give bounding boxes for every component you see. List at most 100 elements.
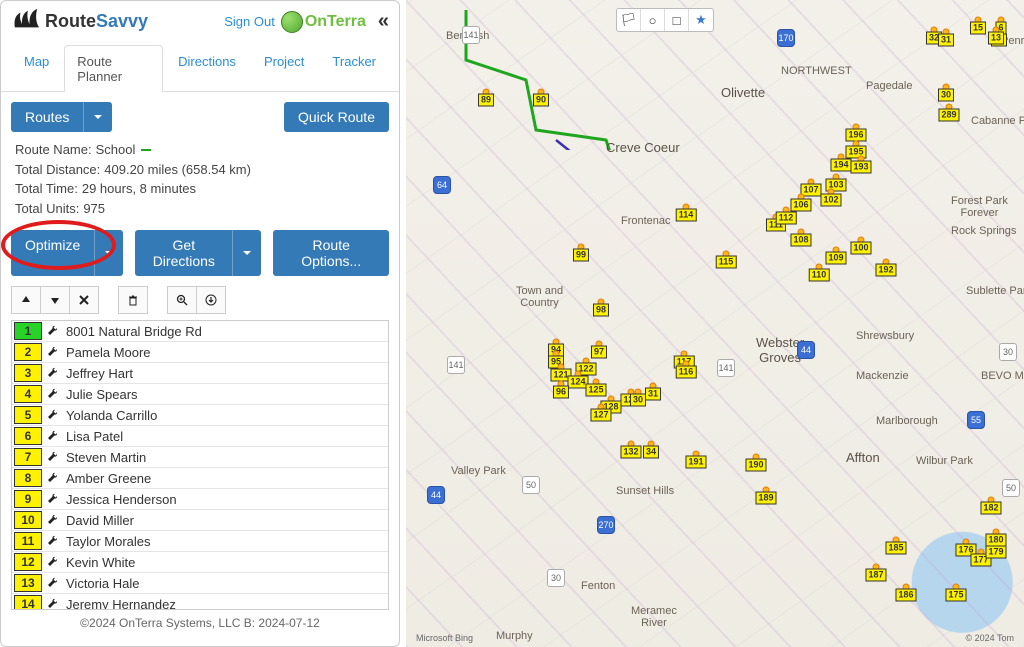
delete-button[interactable] bbox=[69, 286, 99, 314]
stop-list[interactable]: 18001 Natural Bridge Rd2Pamela Moore3Jef… bbox=[11, 320, 389, 610]
stop-row[interactable]: 3Jeffrey Hart bbox=[12, 363, 388, 384]
map-stop-label[interactable]: 185 bbox=[885, 542, 906, 555]
map-stop-label[interactable]: 102 bbox=[820, 194, 841, 207]
stop-number: 8 bbox=[14, 469, 42, 487]
map-stop-label[interactable]: 30 bbox=[630, 394, 646, 407]
sign-out-link[interactable]: Sign Out bbox=[224, 14, 275, 29]
map-city-label: Marlborough bbox=[876, 415, 938, 427]
map-stop-label[interactable]: 108 bbox=[790, 234, 811, 247]
map-stop-label[interactable]: 109 bbox=[825, 252, 846, 265]
map-stop-label[interactable]: 96 bbox=[553, 386, 569, 399]
route-options-button[interactable]: Route Options... bbox=[273, 230, 389, 276]
stop-row[interactable]: 12Kevin White bbox=[12, 552, 388, 573]
map-stop-label[interactable]: 30 bbox=[938, 89, 954, 102]
map-stop-label[interactable]: 187 bbox=[865, 569, 886, 582]
map-stop-label[interactable]: 132 bbox=[620, 446, 641, 459]
stop-row[interactable]: 18001 Natural Bridge Rd bbox=[12, 321, 388, 342]
wrench-icon[interactable] bbox=[44, 430, 60, 442]
wrench-icon[interactable] bbox=[44, 367, 60, 379]
map-city-label: Affton bbox=[846, 450, 880, 465]
map-stop-label[interactable]: 180 bbox=[985, 534, 1006, 547]
map-stop-label[interactable]: 90 bbox=[533, 94, 549, 107]
tab-directions[interactable]: Directions bbox=[165, 45, 249, 92]
map-stop-label[interactable]: 193 bbox=[850, 161, 871, 174]
collapse-sidebar-icon[interactable]: « bbox=[378, 10, 389, 33]
tab-project[interactable]: Project bbox=[251, 45, 317, 92]
tab-route-planner[interactable]: Route Planner bbox=[64, 45, 163, 92]
map-view[interactable]: 🏳 ○ □ ★ BenbushOlivetteCreve CoeurPageda… bbox=[406, 0, 1024, 647]
wrench-icon[interactable] bbox=[44, 472, 60, 484]
map-stop-label[interactable]: 15 bbox=[970, 22, 986, 35]
get-directions-button[interactable]: Get Directions bbox=[135, 230, 261, 276]
wrench-icon[interactable] bbox=[44, 556, 60, 568]
map-stop-label[interactable]: 186 bbox=[895, 589, 916, 602]
map-stop-label[interactable]: 127 bbox=[590, 409, 611, 422]
route-polylines bbox=[406, 0, 706, 150]
optimize-button[interactable]: Optimize bbox=[11, 230, 123, 276]
topbar: RouteSavvy Sign Out OnTerra « bbox=[1, 1, 399, 38]
stop-row[interactable]: 2Pamela Moore bbox=[12, 342, 388, 363]
onterra-logo: OnTerra bbox=[281, 11, 366, 33]
trash-button[interactable] bbox=[118, 286, 148, 314]
map-stop-label[interactable]: 289 bbox=[938, 109, 959, 122]
map-stop-label[interactable]: 98 bbox=[593, 304, 609, 317]
wrench-icon[interactable] bbox=[44, 409, 60, 421]
highway-shield: 141 bbox=[447, 356, 465, 374]
move-down-button[interactable] bbox=[40, 286, 70, 314]
stop-row[interactable]: 10David Miller bbox=[12, 510, 388, 531]
map-stop-label[interactable]: 112 bbox=[776, 212, 797, 225]
wrench-icon[interactable] bbox=[44, 577, 60, 589]
map-stop-label[interactable]: 31 bbox=[645, 388, 661, 401]
map-stop-label[interactable]: 194 bbox=[830, 159, 851, 172]
wrench-icon[interactable] bbox=[44, 493, 60, 505]
download-button[interactable] bbox=[196, 286, 226, 314]
wrench-icon[interactable] bbox=[44, 388, 60, 400]
map-stop-label[interactable]: 106 bbox=[790, 199, 811, 212]
map-stop-label[interactable]: 190 bbox=[745, 459, 766, 472]
map-stop-label[interactable]: 175 bbox=[945, 589, 966, 602]
map-stop-label[interactable]: 182 bbox=[980, 502, 1001, 515]
map-stop-label[interactable]: 99 bbox=[573, 249, 589, 262]
stop-row[interactable]: 14Jeremy Hernandez bbox=[12, 594, 388, 610]
tab-tracker[interactable]: Tracker bbox=[319, 45, 389, 92]
map-stop-label[interactable]: 114 bbox=[676, 209, 697, 222]
wrench-icon[interactable] bbox=[44, 535, 60, 547]
stop-row[interactable]: 5Yolanda Carrillo bbox=[12, 405, 388, 426]
wrench-icon[interactable] bbox=[44, 346, 60, 358]
stop-row[interactable]: 7Steven Martin bbox=[12, 447, 388, 468]
map-stop-label[interactable]: 97 bbox=[591, 346, 607, 359]
map-stop-label[interactable]: 189 bbox=[755, 492, 776, 505]
stop-row[interactable]: 11Taylor Morales bbox=[12, 531, 388, 552]
map-city-label: Frontenac bbox=[621, 215, 671, 227]
wrench-icon[interactable] bbox=[44, 514, 60, 526]
map-stop-label[interactable]: 100 bbox=[850, 242, 871, 255]
stop-row[interactable]: 4Julie Spears bbox=[12, 384, 388, 405]
map-stop-label[interactable]: 110 bbox=[809, 269, 830, 282]
map-stop-label[interactable]: 116 bbox=[676, 366, 697, 379]
map-stop-label[interactable]: 34 bbox=[643, 446, 659, 459]
zoom-button[interactable] bbox=[167, 286, 197, 314]
map-stop-label[interactable]: 89 bbox=[478, 94, 494, 107]
map-stop-label[interactable]: 191 bbox=[685, 456, 706, 469]
stop-number: 4 bbox=[14, 385, 42, 403]
quick-route-button[interactable]: Quick Route bbox=[284, 102, 389, 132]
tab-map[interactable]: Map bbox=[11, 45, 62, 92]
stop-row[interactable]: 9Jessica Henderson bbox=[12, 489, 388, 510]
map-stop-label[interactable]: 125 bbox=[585, 384, 606, 397]
map-stop-label[interactable]: 31 bbox=[938, 34, 954, 47]
stop-row[interactable]: 8Amber Greene bbox=[12, 468, 388, 489]
routes-dropdown-button[interactable]: Routes bbox=[11, 102, 112, 132]
map-stop-label[interactable]: 13 bbox=[988, 32, 1004, 45]
move-up-button[interactable] bbox=[11, 286, 41, 314]
stop-name: David Miller bbox=[60, 512, 388, 529]
stop-row[interactable]: 13Victoria Hale bbox=[12, 573, 388, 594]
map-stop-label[interactable]: 192 bbox=[875, 264, 896, 277]
wrench-icon[interactable] bbox=[44, 325, 60, 337]
wrench-icon[interactable] bbox=[44, 451, 60, 463]
map-stop-label[interactable]: 179 bbox=[985, 546, 1006, 559]
stop-name: Jessica Henderson bbox=[60, 491, 388, 508]
wrench-icon[interactable] bbox=[44, 598, 60, 610]
map-attrib-left: Microsoft Bing bbox=[416, 633, 473, 643]
map-stop-label[interactable]: 115 bbox=[716, 256, 737, 269]
stop-row[interactable]: 6Lisa Patel bbox=[12, 426, 388, 447]
